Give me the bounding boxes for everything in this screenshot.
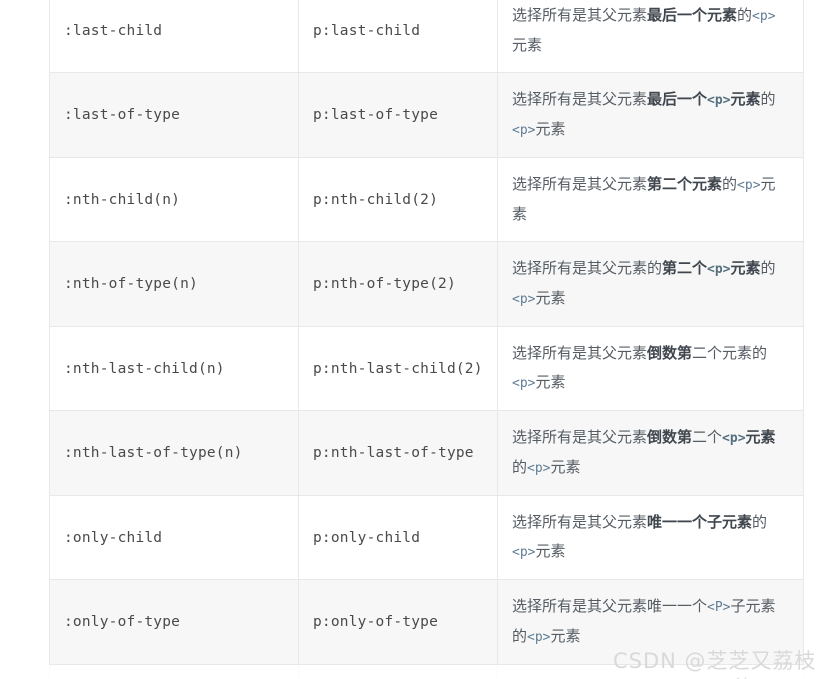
table-cell-selector: :only-of-type [49,579,299,665]
html-tag-token: <p> [707,262,731,277]
description-text: 元素 [745,429,776,446]
table-cell-example: p:nth-child(2) [298,157,498,242]
description-text: 选择所有是其父元素 [512,429,648,446]
description-text: 唯一一个子元素 [647,514,753,531]
table-cell-example: p:only-of-type [298,579,498,665]
html-tag-token: <p> [527,461,551,476]
description-emphasis: <p> [707,260,730,277]
table-row: :last-of-type p:last-of-type 选择所有是其父元素最后一个… [49,72,804,158]
description-text: 元素 [535,121,566,138]
description-text: 选择所有是其父元素 [512,91,648,108]
description-emphasis: 最后一个元素 [647,7,737,24]
html-tag-token: <p> [527,630,551,645]
description-text: 的 [737,7,753,24]
description-text: 倒数第 [647,429,693,446]
description-text: 第二个 [662,260,708,277]
description-text: 元素 [535,374,566,391]
description-text: 的 [752,345,768,362]
description-emphasis: 唯一一个子元素 [647,514,752,531]
description-emphasis: 元素 [731,260,761,277]
description-text: 的 [760,260,776,277]
description-emphasis: 最后一个 [647,91,707,108]
html-tag-token: <P> [707,600,731,615]
description-text: 选择所有是其父元素 [512,176,648,193]
description-text: 的 [760,91,776,108]
description-text: 二个元素 [692,345,753,362]
description-text: 倒数第 [647,345,693,362]
html-tag-token: <p> [722,431,746,446]
description-text: 选择所有是其父元素唯一一个 [512,598,708,615]
description-text: 的 [722,176,738,193]
description-emphasis: 元素 [746,429,776,446]
html-tag-token: <p> [512,545,536,560]
table-cell-example: :not(p) [298,664,498,679]
description-text: 选择所有是其父元素的 [512,260,663,277]
description-text: 最后一个元素 [647,7,738,24]
table-cell-selector: :nth-last-child(n) [49,326,299,411]
description-emphasis: 倒数第 [647,345,692,362]
table-cell-description: 选择所有是其父元素最后一个元素的<p> 元素 [497,0,804,73]
table-cell-description: 选择所有是其父元素唯一一个<P>子元素的<p>元素 [497,579,804,665]
table-cell-description: 选择所有是其父元素的第二个<p>元素的<p>元素 [497,241,804,327]
description-text: 的 [752,514,768,531]
table-cell-example: p:nth-of-type(2) [298,241,498,327]
description-text: 元素 [730,91,761,108]
table-row: :only-of-type p:only-of-type 选择所有是其父元素唯一一个… [49,579,804,665]
html-tag-token: <p> [512,292,536,307]
html-tag-token: <p> [512,123,536,138]
table-row: :nth-child(n) p:nth-child(2) 选择所有是其父元素第二个元… [49,157,804,242]
description-text: 元素 [550,628,581,645]
table-cell-example: p:last-of-type [298,72,498,158]
table-cell-description: 选择所有是其父元素倒数第二个元素的 <p>元素 [497,326,804,411]
table-row: :only-child p:only-child 选择所有是其父元素唯一一个子元素的… [49,495,804,580]
description-emphasis: 元素 [731,91,761,108]
table-row: :not(selector):not(p)选择所有不是<p>元素的元素 [49,664,804,679]
description-text: 元素 [535,543,566,560]
description-text: 元素 [730,260,761,277]
table-cell-description: 选择所有是其父元素倒数第二个<p>元素的<p>元素 [497,410,804,496]
page-root: :last-child p:last-child 选择所有是其父元素最后一个元素的<… [0,0,825,679]
table-cell-description: 选择所有不是<p>元素的元素 [497,664,804,679]
table-cell-description: 选择所有是其父元素唯一一个子元素的 <p>元素 [497,495,804,580]
table-cell-example: p:last-child [298,0,498,73]
table-cell-example: p:nth-last-child(2) [298,326,498,411]
table-cell-example: p:only-child [298,495,498,580]
html-tag-token: <p> [737,178,761,193]
table-cell-selector: :only-child [49,495,299,580]
description-text: 二个 [692,429,723,446]
description-text: 的 [512,459,528,476]
table-row: :nth-last-child(n) p:nth-last-child(2) 选择所… [49,326,804,411]
table-cell-description: 选择所有是其父元素最后一个<p>元素的<p>元素 [497,72,804,158]
description-emphasis: 第二个元素 [647,176,722,193]
description-text: 选择所有是其父元素 [512,7,648,24]
table-cell-example: p:nth-last-of-type [298,410,498,496]
table-cell-selector: :nth-last-of-type(n) [49,410,299,496]
selector-reference-table: :last-child p:last-child 选择所有是其父元素最后一个元素的<… [49,0,804,679]
table-row: :last-child p:last-child 选择所有是其父元素最后一个元素的<… [49,0,804,73]
table-cell-selector: :last-of-type [49,72,299,158]
description-text: 选择所有是其父元素 [512,514,648,531]
description-emphasis: 倒数第 [647,429,692,446]
html-tag-token: <p> [512,376,536,391]
table-row: :nth-of-type(n) p:nth-of-type(2) 选择所有是其父元素… [49,241,804,327]
description-text: 元素 [550,459,581,476]
table-body: :last-child p:last-child 选择所有是其父元素最后一个元素的<… [49,0,804,679]
description-emphasis: 第二个 [662,260,707,277]
description-text: 元素 [512,37,543,54]
table-cell-description: 选择所有是其父元素第二个元素的<p>元素 [497,157,804,242]
description-text: 选择所有是其父元素 [512,345,648,362]
table-row: :nth-last-of-type(n) p:nth-last-of-type 选择… [49,410,804,496]
description-text: 最后一个 [647,91,708,108]
description-emphasis: <p> [722,429,745,446]
table-cell-selector: :nth-of-type(n) [49,241,299,327]
table-cell-selector: :nth-child(n) [49,157,299,242]
html-tag-token: <p> [752,9,776,24]
description-text: 第二个元素 [647,176,723,193]
html-tag-token: <p> [707,93,731,108]
description-text: 元素 [535,290,566,307]
description-emphasis: <p> [707,91,730,108]
table-cell-selector: :not(selector) [49,664,299,679]
table-cell-selector: :last-child [49,0,299,73]
